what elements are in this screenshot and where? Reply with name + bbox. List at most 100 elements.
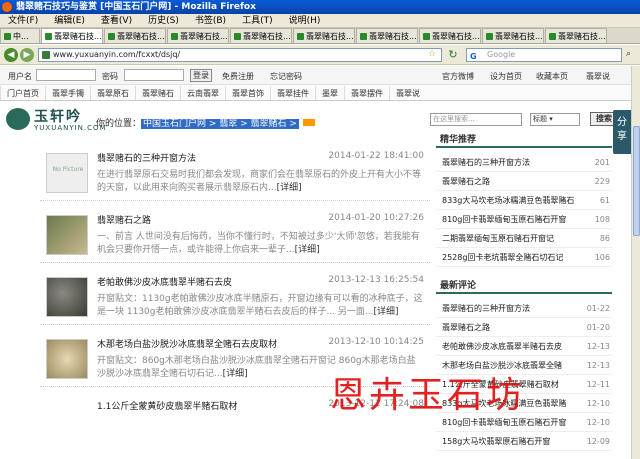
tab-10[interactable]: 翡翠赌石技... — [545, 28, 607, 43]
featured-header: 精华推荐 — [436, 132, 612, 148]
featured-item[interactable]: 2528g回卡老坑翡翠全赌石切石记 106 — [436, 249, 612, 267]
latest-title: 翡翠赌石之路 — [442, 323, 490, 332]
password-label: 密码 — [102, 72, 118, 81]
more-link[interactable]: [详细] — [295, 245, 320, 255]
search-placeholder: Google — [487, 50, 516, 59]
tab-favicon — [234, 33, 241, 40]
url-bar[interactable]: www.yuxuanyin.com/fcxxt/dsjq/ — [38, 48, 442, 62]
tab-8[interactable]: 翡翠赌石技... — [419, 28, 481, 43]
menu-edit[interactable]: 编辑(E) — [46, 14, 93, 28]
menu-bookmarks[interactable]: 书签(B) — [187, 14, 234, 28]
browser-search-input[interactable]: G Google — [466, 48, 622, 62]
featured-item[interactable]: 833g大马坎老场冰糯满豆色翡翠赌石 61 — [436, 192, 612, 210]
bookmark-page-link[interactable]: 收藏本页 — [536, 71, 568, 82]
featured-item[interactable]: 翡翠赌石之路 229 — [436, 173, 612, 191]
cat-bangle[interactable]: 翡翠手镯 — [45, 86, 90, 100]
tab-favicon — [45, 33, 52, 40]
cat-home[interactable]: 门户首页 — [0, 86, 45, 100]
menu-view[interactable]: 查看(V) — [93, 14, 140, 28]
scrollbar-thumb[interactable] — [633, 126, 640, 236]
tab-1[interactable]: 中... — [0, 28, 40, 43]
article-title[interactable]: 1.1公斤全蒙黄砂皮翡翠半赌石取材 — [97, 399, 237, 412]
tab-7[interactable]: 翡翠赌石技... — [356, 28, 418, 43]
article-thumbnail[interactable] — [46, 277, 88, 317]
back-arrow-icon[interactable]: ◀ — [4, 48, 18, 62]
cat-yunnan[interactable]: 云南翡翠 — [180, 86, 225, 100]
menu-tools[interactable]: 工具(T) — [234, 14, 281, 28]
page-content: 用户名 密码 登录 免费注册 忘记密码 官方微博 设为首页 收藏本页 翡翠说 门… — [0, 66, 640, 459]
article-title[interactable]: 翡翠赌石之路 — [97, 213, 151, 226]
latest-title: 老帕敢佛沙皮冰底翡翠半赌石去皮 — [442, 342, 562, 351]
cat-talk[interactable]: 翡翠说 — [389, 86, 426, 100]
page-scrollbar[interactable] — [631, 66, 640, 459]
share-button[interactable]: 分享 — [613, 110, 631, 154]
article-title[interactable]: 翡翠赌石的三种开窗方法 — [97, 151, 196, 164]
forward-arrow-icon[interactable]: ▶ — [20, 48, 34, 62]
tab-4[interactable]: 翡翠赌石技... — [167, 28, 229, 43]
breadcrumb-prefix: 你的位置： — [96, 119, 142, 129]
tab-3[interactable]: 翡翠赌石技... — [104, 28, 166, 43]
site-search-input[interactable]: 在这里搜索... — [430, 113, 522, 126]
latest-item[interactable]: 翡翠赌石的三种开窗方法 01-22 — [436, 300, 612, 318]
latest-title: 158g大马坎翡翠原石赌石开窗 — [442, 437, 551, 446]
tab-label: 翡翠赌石技... — [306, 32, 354, 41]
cat-pendant[interactable]: 翡翠挂件 — [270, 86, 315, 100]
bookmark-star-icon[interactable]: ☆ — [428, 49, 436, 59]
menu-history[interactable]: 历史(S) — [140, 14, 187, 28]
password-input[interactable] — [124, 69, 184, 81]
featured-item[interactable]: 810g回卡翡翠缅甸玉原石赌石开窗 108 — [436, 211, 612, 229]
tab-label: 翡翠赌石技... — [495, 32, 543, 41]
tab-label: 翡翠赌石技... — [432, 32, 480, 41]
tab-6[interactable]: 翡翠赌石技... — [293, 28, 355, 43]
featured-item[interactable]: 二期翡翠缅甸玉原石赌石开窗记 86 — [436, 230, 612, 248]
rss-icon[interactable] — [302, 119, 315, 126]
no-picture-text: No Picture — [52, 166, 84, 173]
window-title: 翡翠赌石技巧与鉴赏 [中国玉石门户网] - Mozilla Firefox — [16, 2, 256, 12]
username-input[interactable] — [36, 69, 96, 81]
tab-5[interactable]: 翡翠赌石技... — [230, 28, 292, 43]
menu-file[interactable]: 文件(F) — [0, 14, 46, 28]
feicuishuo-link[interactable]: 翡翠说 — [586, 71, 610, 82]
latest-title: 翡翠赌石的三种开窗方法 — [442, 304, 530, 313]
menu-help[interactable]: 说明(H) — [281, 14, 329, 28]
no-picture-thumb[interactable]: No Picture — [46, 153, 88, 193]
tab-9[interactable]: 翡翠赌石技... — [482, 28, 544, 43]
register-link[interactable]: 免费注册 — [222, 71, 254, 82]
article-date: 2014-01-22 18:41:00 — [328, 151, 424, 161]
more-link[interactable]: [详细] — [374, 307, 399, 317]
cat-jewelry[interactable]: 翡翠首饰 — [225, 86, 270, 100]
latest-date: 01-20 — [586, 323, 610, 332]
more-link[interactable]: [详细] — [223, 369, 248, 379]
article-thumbnail[interactable] — [46, 215, 88, 255]
article-date: 2014-01-20 10:27:26 — [328, 213, 424, 223]
latest-date: 12-11 — [586, 380, 610, 389]
more-link[interactable]: [详细] — [277, 183, 302, 193]
search-type-select[interactable]: 标题 ▾ — [530, 113, 580, 126]
featured-item[interactable]: 翡翠赌石的三种开窗方法 201 — [436, 154, 612, 172]
cat-mocui[interactable]: 墨翠 — [315, 86, 344, 100]
article-title[interactable]: 老帕敢佛沙皮冰底翡翠半赌石去皮 — [97, 275, 232, 288]
tab-2[interactable]: 翡翠赌石技...× — [41, 28, 103, 43]
site-logo[interactable]: 玉轩吟 YUXUANYIN.COM — [6, 106, 106, 134]
latest-item[interactable]: 158g大马坎翡翠原石赌石开窗 12-09 — [436, 433, 612, 451]
cat-ornament[interactable]: 翡翠摆件 — [344, 86, 389, 100]
article-desc: 在进行翡翠原石交易时我们都会发现，商家们会在翡翠原石的外皮上开有大小不等的天窗，… — [97, 169, 423, 195]
article-title[interactable]: 木那老场白盐沙脱沙冰底翡翠全赌石去皮取材 — [97, 337, 277, 350]
reload-icon[interactable]: ↻ — [446, 48, 460, 62]
breadcrumb-path[interactable]: 中国玉石门户网 > 翡翠 > 翡翠赌石 > — [141, 119, 299, 129]
weibo-link[interactable]: 官方微博 — [442, 71, 474, 82]
latest-date: 12-13 — [586, 361, 610, 370]
featured-title: 2528g回卡老坑翡翠全赌石切石记 — [442, 253, 564, 262]
latest-item[interactable]: 老帕敢佛沙皮冰底翡翠半赌石去皮 12-13 — [436, 338, 612, 356]
login-button[interactable]: 登录 — [190, 69, 212, 82]
cat-gamble[interactable]: 翡翠赌石 — [135, 86, 180, 100]
cat-rough[interactable]: 翡翠原石 — [90, 86, 135, 100]
article-thumbnail[interactable] — [46, 339, 88, 379]
divider — [40, 324, 430, 325]
set-homepage-link[interactable]: 设为首页 — [490, 71, 522, 82]
forgot-password-link[interactable]: 忘记密码 — [270, 71, 302, 82]
featured-count: 86 — [599, 234, 610, 243]
article-desc: 一、前言 人世间没有后悔药，当你不懂行时，不知被过多少'大师'忽悠，若我能有机会… — [97, 231, 423, 257]
latest-item[interactable]: 翡翠赌石之路 01-20 — [436, 319, 612, 337]
search-icon[interactable]: ⌕ — [626, 49, 631, 59]
